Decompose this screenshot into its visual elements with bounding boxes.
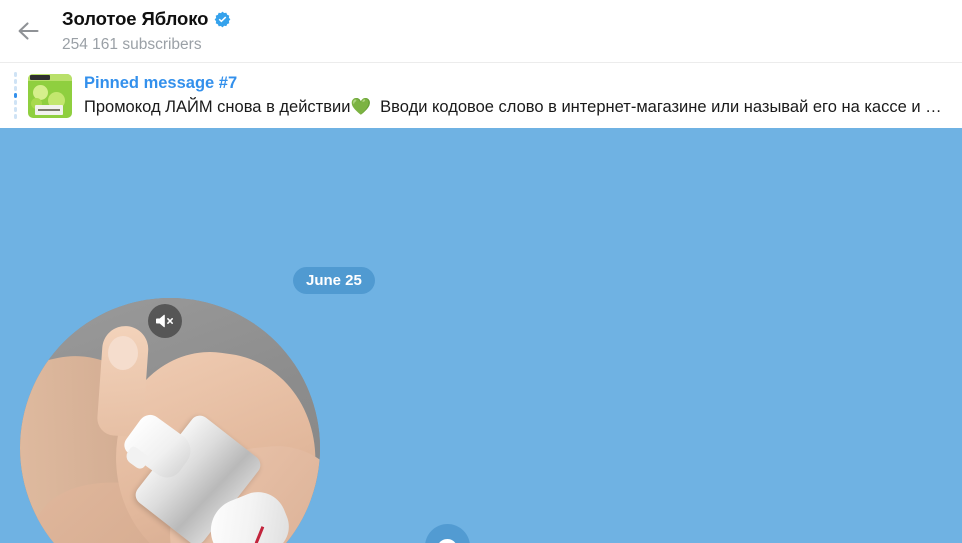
pinned-preview-tail: Вводи кодовое слово в интернет-магазине …	[380, 98, 942, 116]
comment-bubble-icon	[439, 538, 456, 543]
header-text-block: Золотое Яблоко 254 161 subscribers	[60, 7, 231, 55]
chat-area: June 25 00:10 53.8K 10:19	[0, 128, 962, 543]
pinned-steps-indicator	[14, 71, 17, 120]
pinned-step	[14, 114, 17, 120]
pinned-preview-text: Промокод ЛАЙМ снова в действии	[84, 98, 351, 116]
green-heart-icon: 💚	[350, 98, 371, 116]
thumbnail-label	[35, 104, 63, 115]
date-separator-badge: June 25	[293, 267, 375, 294]
channel-header: Золотое Яблоко 254 161 subscribers	[0, 0, 962, 62]
round-video-message[interactable]	[20, 298, 320, 543]
thumbnail-logo-band	[30, 74, 50, 80]
speaker-muted-icon	[156, 314, 173, 328]
channel-title-row: Золотое Яблоко	[62, 7, 231, 31]
pinned-message-thumbnail[interactable]	[28, 73, 72, 118]
back-arrow-icon	[18, 22, 39, 40]
pinned-step	[14, 107, 17, 113]
verified-badge-icon	[214, 11, 231, 28]
subscriber-count: 254 161 subscribers	[62, 36, 202, 53]
pinned-step	[14, 78, 17, 84]
video-fingernail	[108, 336, 138, 370]
pinned-text-block: Pinned message #7 Промокод ЛАЙМ снова в …	[84, 73, 950, 118]
pinned-message-title: Pinned message #7	[84, 74, 238, 92]
pinned-message-bar[interactable]: Pinned message #7 Промокод ЛАЙМ снова в …	[0, 62, 962, 128]
pinned-message-preview: Промокод ЛАЙМ снова в действии💚 Вводи ко…	[84, 96, 942, 118]
pinned-step	[14, 100, 17, 106]
pinned-step-active	[14, 92, 17, 98]
pinned-step	[14, 85, 17, 91]
pinned-step	[14, 71, 17, 77]
page-title: Золотое Яблоко	[62, 8, 209, 29]
comments-button[interactable]: 4	[425, 524, 470, 543]
mute-toggle-button[interactable]	[148, 304, 182, 338]
back-button[interactable]	[0, 0, 60, 62]
